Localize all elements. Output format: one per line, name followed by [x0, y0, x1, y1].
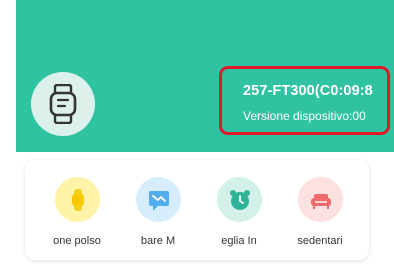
sofa-icon — [298, 177, 343, 222]
feature-label-wrist: one polso — [53, 235, 101, 247]
device-info-highlight[interactable]: 257-FT300(C0:09:8 Versione dispositivo:0… — [219, 66, 390, 135]
device-version: Versione dispositivo:00 — [243, 109, 366, 123]
feature-message[interactable]: bare M — [128, 177, 188, 257]
feature-sedentary[interactable]: sedentari — [290, 177, 350, 257]
feature-card: one polso bare M eglia In sedentari — [25, 160, 369, 260]
message-icon — [136, 177, 181, 222]
device-name: 257-FT300(C0:09:8 — [243, 83, 373, 99]
device-page: 257-FT300(C0:09:8 Versione dispositivo:0… — [0, 0, 394, 268]
feature-label-sedentary: sedentari — [297, 235, 343, 247]
feature-wrist[interactable]: one polso — [47, 177, 107, 257]
feature-label-alarm: eglia In — [221, 235, 257, 247]
smartwatch-icon — [49, 84, 77, 124]
alarm-clock-icon — [217, 177, 262, 222]
wrist-band-icon — [55, 177, 100, 222]
device-avatar[interactable] — [31, 72, 95, 136]
feature-label-message: bare M — [140, 235, 176, 247]
left-gutter — [0, 0, 16, 268]
feature-alarm[interactable]: eglia In — [209, 177, 269, 257]
